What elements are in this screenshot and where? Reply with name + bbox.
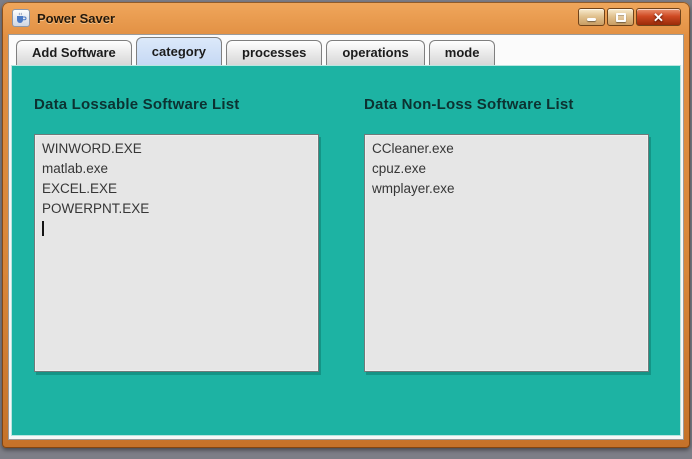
nonloss-items: CCleaner.exe cpuz.exe wmplayer.exe <box>372 139 641 199</box>
window-title: Power Saver <box>37 10 116 26</box>
list-item[interactable]: matlab.exe <box>42 159 311 179</box>
lossable-software-list[interactable]: WINWORD.EXE matlab.exe EXCEL.EXE POWERPNT.E… <box>34 134 319 372</box>
category-tab-pane: Data Lossable Software List WINWORD.EXE m… <box>11 65 681 436</box>
java-app-icon <box>12 9 30 27</box>
app-window: Power Saver ✕ Add Software category proc… <box>2 2 690 448</box>
list-item[interactable]: EXCEL.EXE <box>42 179 311 199</box>
list-item[interactable]: WINWORD.EXE <box>42 139 311 159</box>
minimize-icon <box>587 18 596 21</box>
close-button[interactable]: ✕ <box>636 8 681 26</box>
titlebar[interactable]: Power Saver ✕ <box>2 2 690 34</box>
lossable-list-title: Data Lossable Software List <box>34 96 240 113</box>
close-icon: ✕ <box>653 9 664 25</box>
tab-category[interactable]: category <box>135 37 222 65</box>
text-caret <box>42 221 44 236</box>
tab-processes[interactable]: processes <box>226 40 323 65</box>
minimize-button[interactable] <box>578 8 605 26</box>
window-content-panel: Add Software category processes operatio… <box>8 34 684 440</box>
list-item[interactable]: cpuz.exe <box>372 159 641 179</box>
nonloss-list-title: Data Non-Loss Software List <box>364 96 574 113</box>
coffee-cup-icon <box>17 12 27 23</box>
maximize-button[interactable] <box>607 8 634 26</box>
nonloss-software-list[interactable]: CCleaner.exe cpuz.exe wmplayer.exe <box>364 134 649 372</box>
tab-mode[interactable]: mode <box>428 40 496 65</box>
tab-add-software[interactable]: Add Software <box>16 40 132 65</box>
lossable-items: WINWORD.EXE matlab.exe EXCEL.EXE POWERPNT.E… <box>42 139 311 219</box>
tab-operations[interactable]: operations <box>326 40 425 65</box>
window-controls: ✕ <box>578 8 681 26</box>
tab-strip: Add Software category processes operatio… <box>9 35 683 65</box>
list-item[interactable]: POWERPNT.EXE <box>42 199 311 219</box>
list-item[interactable]: wmplayer.exe <box>372 179 641 199</box>
maximize-icon <box>615 12 626 22</box>
list-item[interactable]: CCleaner.exe <box>372 139 641 159</box>
